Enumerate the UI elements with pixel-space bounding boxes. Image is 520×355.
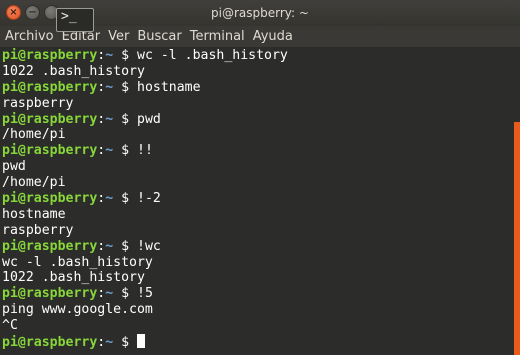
prompt-host: pi@raspberry bbox=[2, 48, 98, 63]
text-cursor bbox=[137, 334, 146, 349]
menu-terminal[interactable]: Terminal bbox=[186, 26, 249, 47]
menu-buscar[interactable]: Buscar bbox=[133, 26, 185, 47]
output-line: wc -l .bash_history bbox=[2, 254, 153, 270]
prompt-path: ~ bbox=[105, 143, 114, 159]
prompt-path: ~ bbox=[105, 191, 114, 207]
prompt-path: ~ bbox=[105, 286, 114, 302]
output-line: hostname bbox=[2, 206, 66, 222]
command-text: wc -l .bash_history bbox=[137, 48, 288, 63]
prompt-line: pi@raspberry:~ $ hostname bbox=[2, 80, 512, 96]
prompt-symbol: $ bbox=[113, 111, 138, 127]
command-text: !wc bbox=[137, 238, 161, 254]
prompt-symbol: $ bbox=[113, 335, 138, 351]
prompt-line: pi@raspberry:~ $ !5 bbox=[2, 286, 512, 302]
prompt-host: pi@raspberry bbox=[2, 111, 98, 127]
command-text: !5 bbox=[137, 286, 153, 302]
terminal-icon: >_ bbox=[56, 8, 94, 32]
prompt-path: ~ bbox=[105, 48, 114, 63]
output-line: /home/pi bbox=[2, 127, 66, 143]
menu-archivo[interactable]: Archivo bbox=[0, 26, 58, 47]
prompt-path: ~ bbox=[105, 111, 114, 127]
command-text: !! bbox=[137, 143, 153, 159]
prompt-symbol: $ bbox=[113, 191, 138, 207]
prompt-symbol: $ bbox=[113, 238, 138, 254]
scrollbar-thumb[interactable] bbox=[514, 122, 520, 355]
terminal-window: × − pi@raspberry: ~ >_ Archivo Editar Ve… bbox=[0, 0, 520, 355]
command-text: hostname bbox=[137, 79, 201, 95]
prompt-line: pi@raspberry:~ $ !! bbox=[2, 143, 512, 159]
prompt-line: pi@raspberry:~ $ wc -l .bash_history bbox=[2, 48, 512, 64]
prompt-host: pi@raspberry bbox=[2, 335, 98, 351]
prompt-line: pi@raspberry:~ $ bbox=[2, 334, 512, 350]
prompt-host: pi@raspberry bbox=[2, 143, 98, 159]
output-line: 1022 .bash_history bbox=[2, 270, 145, 286]
prompt-line: pi@raspberry:~ $ !-2 bbox=[2, 191, 512, 207]
prompt-path: ~ bbox=[105, 238, 114, 254]
output-line: ping www.google.com bbox=[2, 302, 153, 318]
output-line: raspberry bbox=[2, 95, 74, 111]
menu-ver[interactable]: Ver bbox=[104, 26, 133, 47]
prompt-symbol: $ bbox=[113, 143, 138, 159]
output-line: /home/pi bbox=[2, 175, 66, 191]
terminal-prompt-glyph: >_ bbox=[61, 9, 77, 24]
output-line: ^C bbox=[2, 318, 18, 334]
prompt-symbol: $ bbox=[113, 79, 138, 95]
prompt-host: pi@raspberry bbox=[2, 79, 98, 95]
prompt-line: pi@raspberry:~ $ !wc bbox=[2, 239, 512, 255]
prompt-symbol: $ bbox=[113, 286, 138, 302]
prompt-path: ~ bbox=[105, 335, 114, 351]
prompt-host: pi@raspberry bbox=[2, 191, 98, 207]
prompt-host: pi@raspberry bbox=[2, 286, 98, 302]
output-line: pwd bbox=[2, 159, 26, 175]
prompt-host: pi@raspberry bbox=[2, 238, 98, 254]
prompt-symbol: $ bbox=[113, 48, 138, 63]
terminal-output[interactable]: pi@raspberry:~ $ wc -l .bash_history 1022… bbox=[0, 47, 512, 355]
prompt-path: ~ bbox=[105, 79, 114, 95]
prompt-line: pi@raspberry:~ $ pwd bbox=[2, 112, 512, 128]
menu-ayuda[interactable]: Ayuda bbox=[249, 26, 297, 47]
output-line: raspberry bbox=[2, 222, 74, 238]
command-text: !-2 bbox=[137, 191, 161, 207]
output-line: 1022 .bash_history bbox=[2, 63, 145, 79]
command-text: pwd bbox=[137, 111, 161, 127]
